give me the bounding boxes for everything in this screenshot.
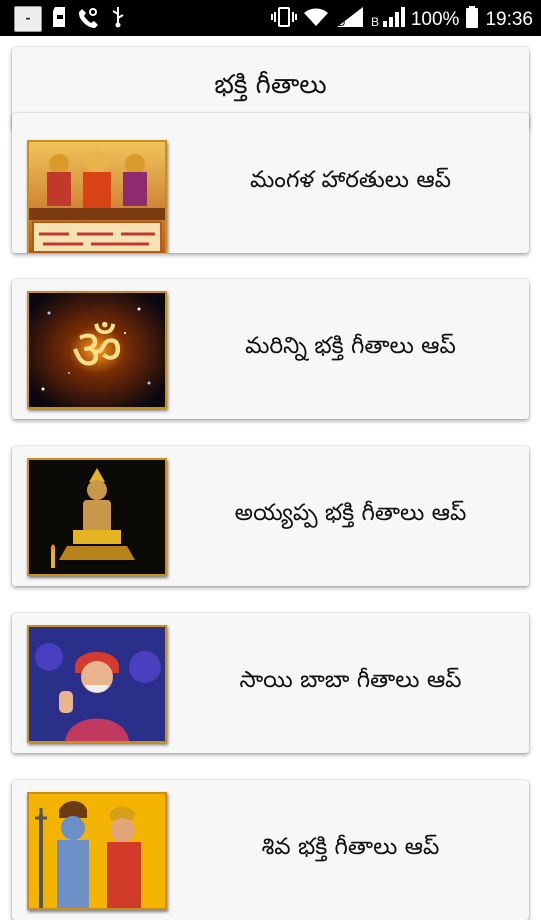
list-item-mangala-harathulu[interactable]: మంగళ హారతులు ఆప్ xyxy=(12,113,529,253)
list-item-shiva-songs[interactable]: శివ భక్తి గీతాలు ఆప్ xyxy=(12,780,529,920)
shiva-parvati-image xyxy=(27,792,167,910)
app-thumbnail-icon: ▬ xyxy=(14,6,42,32)
goddesses-image xyxy=(27,140,167,253)
item-label: మరిన్ని భక్తి గీతాలు ఆప్ xyxy=(245,333,456,359)
phone-settings-icon xyxy=(78,6,100,32)
status-bar: ▬ D B 100% 19:36 xyxy=(0,0,541,36)
usb-icon xyxy=(110,6,126,32)
signal-2-icon: B xyxy=(371,5,405,35)
sd-card-icon xyxy=(52,6,68,32)
wifi-icon xyxy=(303,6,329,34)
sai-baba-image xyxy=(27,625,167,743)
battery-percent: 100% xyxy=(410,9,460,30)
svg-text:ॐ: ॐ xyxy=(71,318,122,383)
battery-icon xyxy=(465,5,479,35)
item-label: అయ్యప్ప భక్తి గీతాలు ఆప్ xyxy=(234,500,467,526)
item-label: మంగళ హారతులు ఆప్ xyxy=(249,167,452,193)
item-label: శివ భక్తి గీతాలు ఆప్ xyxy=(261,834,440,860)
page-title: భక్తి గీతాలు xyxy=(214,70,327,100)
list-item-ayyappa-songs[interactable]: అయ్యప్ప భక్తి గీతాలు ఆప్ xyxy=(12,446,529,586)
ayyappa-image xyxy=(27,458,167,576)
list-item-more-bhakti-songs[interactable]: ॐ మరిన్ని భక్తి గీతాలు ఆప్ xyxy=(12,279,529,419)
svg-text:D: D xyxy=(338,18,345,29)
list-item-sai-baba-songs[interactable]: సాయి బాబా గీతాలు ఆప్ xyxy=(12,613,529,753)
item-label: సాయి బాబా గీతాలు ఆప్ xyxy=(239,667,462,693)
signal-icon: D xyxy=(335,5,365,35)
vibrate-icon xyxy=(270,6,297,34)
svg-text:B: B xyxy=(371,15,379,29)
clock: 19:36 xyxy=(485,9,533,30)
om-symbol-image: ॐ xyxy=(27,291,167,409)
